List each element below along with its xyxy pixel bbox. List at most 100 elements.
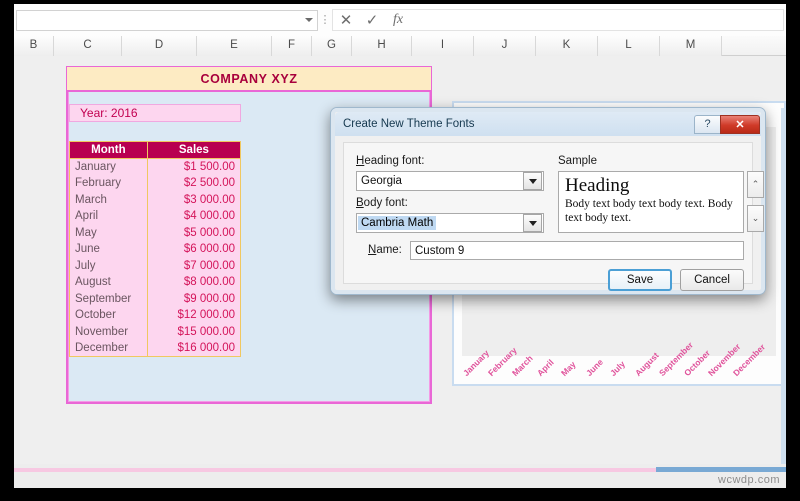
table-row[interactable]: August $8 000.00: [69, 274, 242, 291]
create-new-theme-fonts-dialog[interactable]: Create New Theme Fonts ? ✕ Heading font:…: [330, 107, 766, 295]
body-font-value: Cambria Math: [358, 216, 437, 230]
cell-sales[interactable]: $1 500.00: [146, 158, 242, 175]
screenshot-root: ⋮ ✕ ✓ fx BCDEFGHIJKLM COMPANY XYZ Year: …: [0, 0, 800, 501]
dialog-window-buttons: ? ✕: [694, 114, 760, 134]
save-button[interactable]: Save: [608, 269, 672, 291]
formula-bar-grip[interactable]: ⋮: [318, 10, 332, 31]
horizontal-scroll-thumb[interactable]: [656, 467, 786, 472]
name-label-text: ame:: [376, 244, 402, 256]
heading-font-value: Georgia: [361, 175, 402, 187]
heading-font-label-text: eading font:: [364, 155, 425, 167]
body-font-label-text: ody font:: [363, 197, 408, 209]
cell-sales[interactable]: $2 500.00: [146, 175, 242, 192]
cell-sales[interactable]: $15 000.00: [146, 323, 242, 340]
table-row[interactable]: September $9 000.00: [69, 290, 242, 307]
sample-scroll-up-button[interactable]: ⌃: [747, 171, 764, 198]
table-header-row: Month Sales: [69, 141, 242, 159]
cell-sales[interactable]: $7 000.00: [146, 257, 242, 274]
table-row[interactable]: November $15 000.00: [69, 323, 242, 340]
company-banner[interactable]: COMPANY XYZ: [67, 67, 431, 92]
heading-font-combobox[interactable]: Georgia: [356, 171, 544, 191]
close-icon[interactable]: ✕: [720, 114, 760, 134]
cell-sales[interactable]: $8 000.00: [146, 274, 242, 291]
help-icon[interactable]: ?: [694, 114, 720, 134]
column-header-month[interactable]: Month: [69, 141, 148, 159]
enter-icon[interactable]: ✓: [359, 10, 385, 30]
chevron-down-icon[interactable]: [305, 18, 313, 22]
cancel-button[interactable]: Cancel: [680, 269, 744, 291]
body-font-label: Body font:: [356, 197, 408, 209]
sample-scroll-down-button[interactable]: ⌄: [747, 205, 764, 232]
column-header-sales[interactable]: Sales: [146, 141, 242, 159]
column-header-e[interactable]: E: [197, 36, 272, 56]
cell-month[interactable]: June: [69, 241, 148, 258]
insert-function-icon[interactable]: fx: [385, 10, 411, 30]
cell-sales[interactable]: $9 000.00: [146, 290, 242, 307]
year-cell[interactable]: Year: 2016: [69, 104, 241, 122]
table-row[interactable]: March $3 000.00: [69, 191, 242, 208]
cell-month[interactable]: January: [69, 158, 148, 175]
name-input[interactable]: Custom 9: [410, 241, 744, 260]
body-font-combobox[interactable]: Cambria Math: [356, 213, 544, 233]
cell-sales[interactable]: $16 000.00: [146, 340, 242, 357]
cell-sales[interactable]: $4 000.00: [146, 208, 242, 225]
column-header-g[interactable]: G: [312, 36, 352, 56]
letterbox-right: [786, 0, 800, 501]
cell-sales[interactable]: $3 000.00: [146, 191, 242, 208]
cell-month[interactable]: March: [69, 191, 148, 208]
year-cell-text: Year: 2016: [80, 106, 138, 120]
table-row[interactable]: October $12 000.00: [69, 307, 242, 324]
letterbox-top: [0, 0, 800, 4]
cell-month[interactable]: September: [69, 290, 148, 307]
cell-month[interactable]: May: [69, 224, 148, 241]
cell-month[interactable]: November: [69, 323, 148, 340]
formula-bar-buttons: ✕ ✓ fx: [332, 9, 411, 31]
save-button-label: Save: [626, 274, 654, 286]
sample-label: Sample: [558, 155, 597, 167]
cell-sales[interactable]: $12 000.00: [146, 307, 242, 324]
formula-input[interactable]: [411, 9, 784, 31]
cell-sales[interactable]: $5 000.00: [146, 224, 242, 241]
cell-month[interactable]: April: [69, 208, 148, 225]
column-header-c[interactable]: C: [54, 36, 122, 56]
sample-heading-text: Heading: [565, 175, 630, 196]
watermark: wcwdp.com: [718, 474, 780, 486]
dialog-titlebar[interactable]: Create New Theme Fonts ? ✕: [335, 112, 761, 136]
table-row[interactable]: May $5 000.00: [69, 224, 242, 241]
sales-table-body: January $1 500.00 February $2 500.00 March $3…: [69, 158, 242, 357]
column-header-row: BCDEFGHIJKLM: [14, 36, 786, 56]
column-header-l[interactable]: L: [598, 36, 660, 56]
chart-category-label: April: [534, 357, 556, 378]
table-row[interactable]: July $7 000.00: [69, 257, 242, 274]
cell-month[interactable]: August: [69, 274, 148, 291]
cell-sales[interactable]: $6 000.00: [146, 241, 242, 258]
table-row[interactable]: February $2 500.00: [69, 175, 242, 192]
column-header-k[interactable]: K: [536, 36, 598, 56]
sales-table[interactable]: Month Sales January $1 500.00 February $2 5…: [69, 141, 242, 357]
column-header-f[interactable]: F: [272, 36, 312, 56]
chevron-down-icon[interactable]: [523, 214, 542, 232]
name-box[interactable]: [16, 9, 318, 31]
chevron-down-icon[interactable]: [523, 172, 542, 190]
cancel-icon[interactable]: ✕: [333, 10, 359, 30]
table-row[interactable]: June $6 000.00: [69, 241, 242, 258]
column-header-m[interactable]: M: [660, 36, 722, 56]
cell-month[interactable]: December: [69, 340, 148, 357]
dialog-title: Create New Theme Fonts: [343, 118, 475, 130]
cell-month[interactable]: July: [69, 257, 148, 274]
cell-month[interactable]: February: [69, 175, 148, 192]
chart-category-label: May: [558, 359, 578, 378]
cell-month[interactable]: October: [69, 307, 148, 324]
chart-x-axis-labels: January February March April May June July Augu…: [461, 322, 776, 384]
column-header-h[interactable]: H: [352, 36, 412, 56]
sample-body-text: Body text body text body text. Body text…: [565, 197, 733, 224]
column-header-i[interactable]: I: [412, 36, 474, 56]
column-header-d[interactable]: D: [122, 36, 197, 56]
table-row[interactable]: April $4 000.00: [69, 208, 242, 225]
letterbox-bottom: [0, 488, 800, 501]
table-row[interactable]: January $1 500.00: [69, 158, 242, 175]
cancel-button-label: Cancel: [694, 274, 730, 286]
column-header-b[interactable]: B: [14, 36, 54, 56]
column-header-j[interactable]: J: [474, 36, 536, 56]
table-row[interactable]: December $16 000.00: [69, 340, 242, 357]
